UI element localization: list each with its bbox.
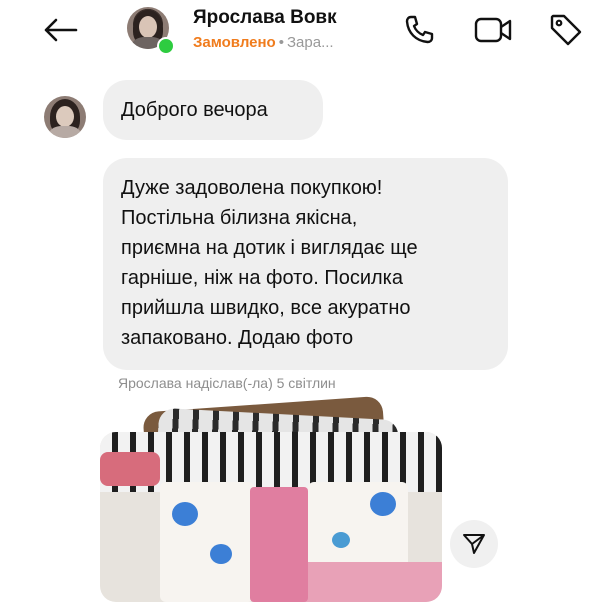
sender-avatar[interactable] <box>44 96 86 138</box>
phone-icon <box>405 15 434 44</box>
send-icon <box>463 534 485 554</box>
tag-icon <box>550 14 582 46</box>
status-extra-label: Зара... <box>287 34 334 51</box>
pillow-image-part <box>100 452 160 486</box>
photo-thumbnail-front[interactable] <box>100 432 442 602</box>
share-button[interactable] <box>450 520 498 568</box>
pink-pillow-image-part <box>250 487 308 602</box>
contact-name[interactable]: Ярослава Вовк <box>193 7 337 29</box>
message-bubble[interactable]: Дуже задоволена покупкою! Постільна біли… <box>103 158 508 370</box>
order-status-label: Замовлено <box>193 34 276 51</box>
photo-album[interactable] <box>96 395 446 602</box>
print-pattern <box>370 492 396 516</box>
chat-header: Ярослава Вовк Замовлено • Зара... <box>0 0 600 62</box>
call-button[interactable] <box>399 10 439 50</box>
back-button[interactable] <box>38 12 82 48</box>
video-call-button[interactable] <box>473 10 513 50</box>
photos-caption: Ярослава надіслав(-ла) 5 світлин <box>118 375 336 391</box>
print-pattern <box>210 544 232 564</box>
contact-avatar[interactable] <box>127 7 175 55</box>
status-separator: • <box>278 34 284 51</box>
tag-button[interactable] <box>546 10 586 50</box>
video-camera-icon <box>474 17 512 43</box>
online-indicator <box>157 37 175 55</box>
contact-status[interactable]: Замовлено • Зара... <box>193 34 334 51</box>
bedding-image-part <box>160 482 254 602</box>
arrow-left-icon <box>44 18 78 42</box>
print-pattern <box>332 532 350 548</box>
message-bubble[interactable]: Доброго вечора <box>103 80 323 140</box>
print-pattern <box>172 502 198 526</box>
